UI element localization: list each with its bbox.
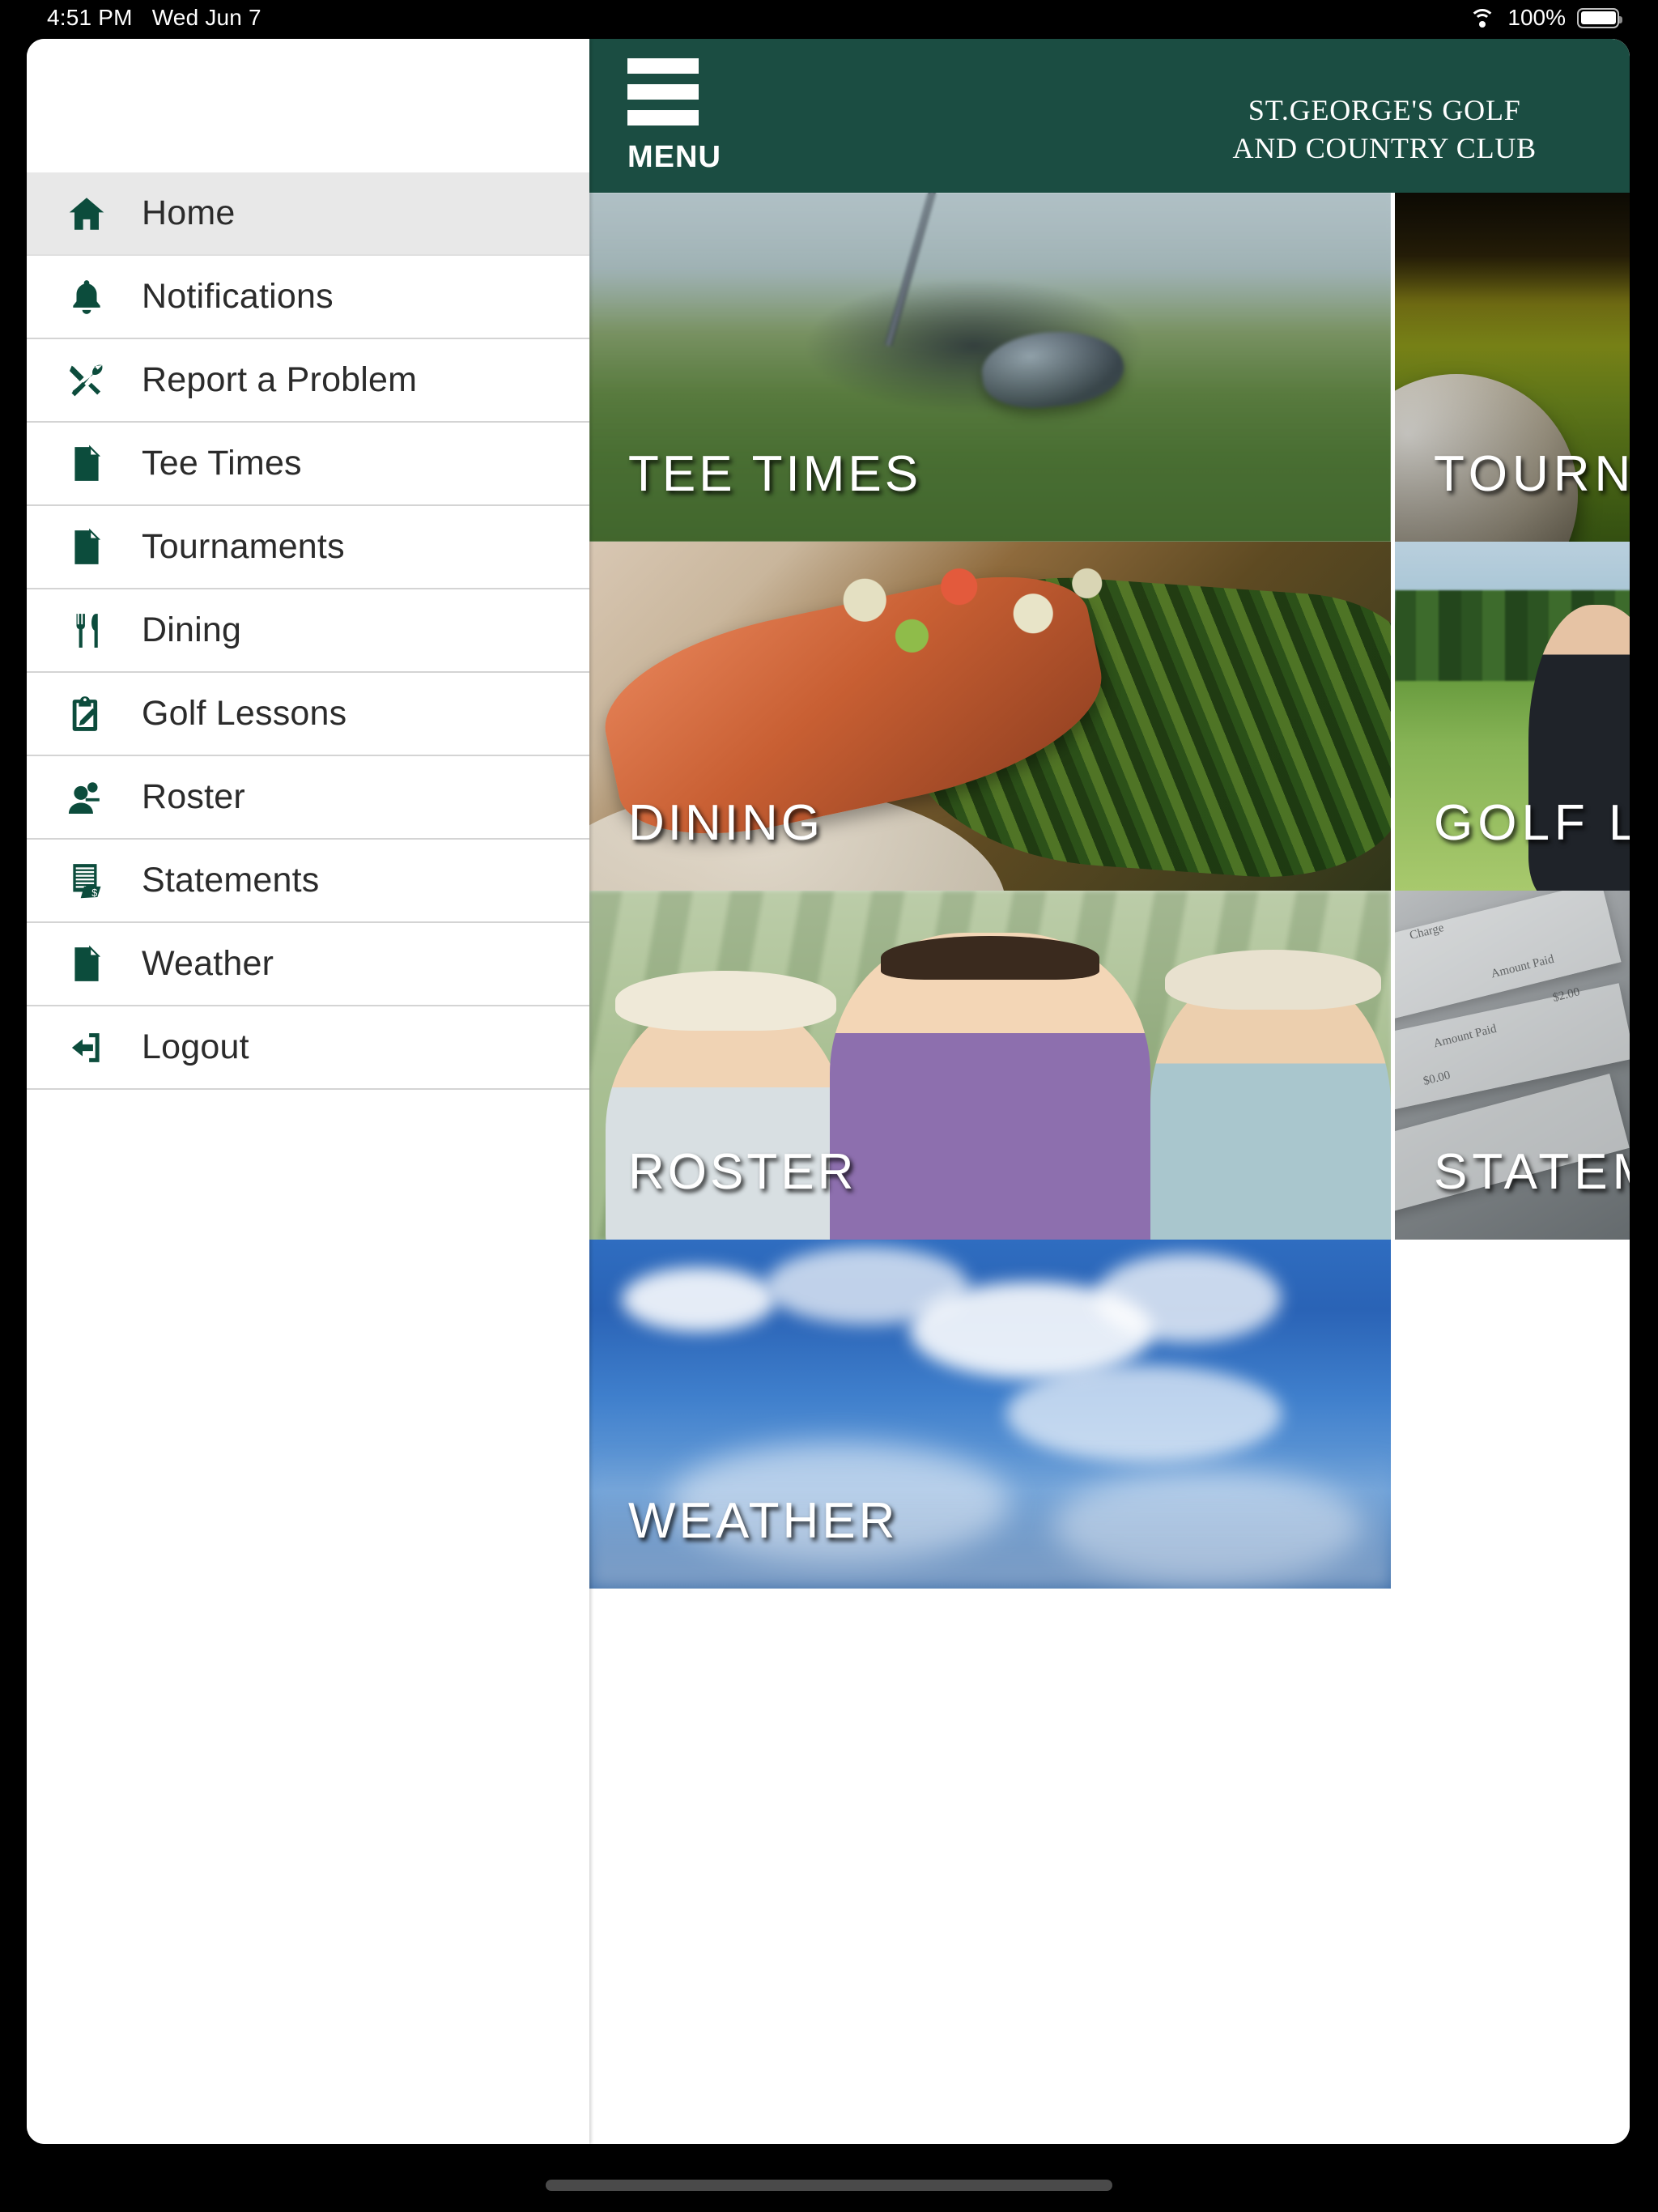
sidebar-item-roster[interactable]: Roster xyxy=(27,756,589,840)
sidebar-item-label: Notifications xyxy=(142,277,334,316)
hamburger-icon-bar xyxy=(627,58,699,74)
bell-icon xyxy=(64,274,109,320)
hamburger-icon-bar xyxy=(627,84,699,100)
tile-grid: TEE TIMES TOURNAMENTS DINING xyxy=(589,193,1630,1589)
tile-statements[interactable]: Charge Amount Paid $2.00 Amount Paid $0.… xyxy=(1395,891,1630,1240)
tile-row: ROSTER Charge Amount Paid $2.00 Amount P… xyxy=(589,891,1630,1240)
clipboard-pencil-icon xyxy=(64,691,109,737)
sidebar-item-weather[interactable]: Weather xyxy=(27,923,589,1006)
sidebar-item-label: Report a Problem xyxy=(142,360,418,399)
tile-label: TEE TIMES xyxy=(628,446,922,502)
tile-label: STATEMENTS xyxy=(1434,1144,1630,1200)
tile-roster[interactable]: ROSTER xyxy=(589,891,1391,1240)
sidebar-item-golf-lessons[interactable]: Golf Lessons xyxy=(27,673,589,756)
sidebar-item-report-a-problem[interactable]: Report a Problem xyxy=(27,339,589,423)
tile-row: DINING GOLF LESSONS xyxy=(589,542,1630,891)
tile-empty-slot xyxy=(1395,1240,1630,1589)
tile-label: GOLF LESSONS xyxy=(1434,795,1630,851)
status-bar: 4:51 PM Wed Jun 7 100% xyxy=(0,0,1658,39)
tile-dining[interactable]: DINING xyxy=(589,542,1391,891)
club-name-line-2: AND COUNTRY CLUB xyxy=(1232,132,1537,165)
sidebar-item-label: Tee Times xyxy=(142,444,302,483)
tools-icon xyxy=(64,358,109,403)
tile-weather[interactable]: WEATHER xyxy=(589,1240,1391,1589)
sidebar-item-logout[interactable]: Logout xyxy=(27,1006,589,1090)
sidebar-item-statements[interactable]: $ Statements xyxy=(27,840,589,923)
menu-label: MENU xyxy=(627,140,721,174)
sidebar-item-label: Home xyxy=(142,194,236,232)
sidebar-item-label: Roster xyxy=(142,777,245,816)
tile-label: ROSTER xyxy=(628,1144,857,1200)
home-indicator[interactable] xyxy=(546,2180,1112,2191)
tile-row: TEE TIMES TOURNAMENTS xyxy=(589,193,1630,542)
sidebar-item-label: Dining xyxy=(142,610,242,649)
wifi-icon xyxy=(1469,7,1496,28)
tile-label: TOURNAMENTS xyxy=(1434,446,1630,502)
document-icon xyxy=(64,525,109,570)
sidebar-item-notifications[interactable]: Notifications xyxy=(27,256,589,339)
people-icon xyxy=(64,775,109,820)
main-content: MENU ST.GEORGE'S GOLF AND COUNTRY CLUB T… xyxy=(589,39,1630,2144)
sidebar-item-home[interactable]: Home xyxy=(27,172,589,256)
status-time: 4:51 PM xyxy=(47,5,133,30)
svg-text:$: $ xyxy=(91,887,97,898)
cutlery-icon xyxy=(64,608,109,653)
navigation-sidebar: Home Notifications Report a Problem Tee … xyxy=(27,39,589,2144)
battery-icon xyxy=(1577,7,1622,28)
sidebar-item-label: Tournaments xyxy=(142,527,345,566)
sidebar-item-label: Logout xyxy=(142,1027,249,1066)
home-icon xyxy=(64,191,109,236)
sidebar-item-label: Statements xyxy=(142,861,320,900)
tile-golf-lessons[interactable]: GOLF LESSONS xyxy=(1395,542,1630,891)
tile-label: WEATHER xyxy=(628,1493,899,1549)
tile-tournaments[interactable]: TOURNAMENTS xyxy=(1395,193,1630,542)
app-screen: Home Notifications Report a Problem Tee … xyxy=(27,39,1630,2144)
sidebar-top-spacer xyxy=(27,39,589,172)
tile-label: DINING xyxy=(628,795,823,851)
hamburger-menu-button[interactable]: MENU xyxy=(627,58,721,175)
app-header: MENU ST.GEORGE'S GOLF AND COUNTRY CLUB xyxy=(589,39,1630,193)
sidebar-item-tee-times[interactable]: Tee Times xyxy=(27,423,589,506)
document-icon xyxy=(64,942,109,987)
tile-tee-times[interactable]: TEE TIMES xyxy=(589,193,1391,542)
sidebar-item-label: Weather xyxy=(142,944,274,983)
status-bar-right: 100% xyxy=(1469,5,1622,31)
tile-row: WEATHER xyxy=(589,1240,1630,1589)
club-name-line-1: ST.GEORGE'S GOLF xyxy=(1248,93,1521,126)
sidebar-item-dining[interactable]: Dining xyxy=(27,589,589,673)
document-icon xyxy=(64,441,109,487)
logout-icon xyxy=(64,1025,109,1070)
sidebar-item-label: Golf Lessons xyxy=(142,694,347,733)
hamburger-icon-bar xyxy=(627,110,699,125)
status-date: Wed Jun 7 xyxy=(151,5,261,30)
invoice-icon: $ xyxy=(64,858,109,904)
sidebar-item-tournaments[interactable]: Tournaments xyxy=(27,506,589,589)
status-bar-left: 4:51 PM Wed Jun 7 xyxy=(47,5,261,31)
club-name-title: ST.GEORGE'S GOLF AND COUNTRY CLUB xyxy=(1233,91,1537,168)
battery-percent-label: 100% xyxy=(1507,5,1566,30)
